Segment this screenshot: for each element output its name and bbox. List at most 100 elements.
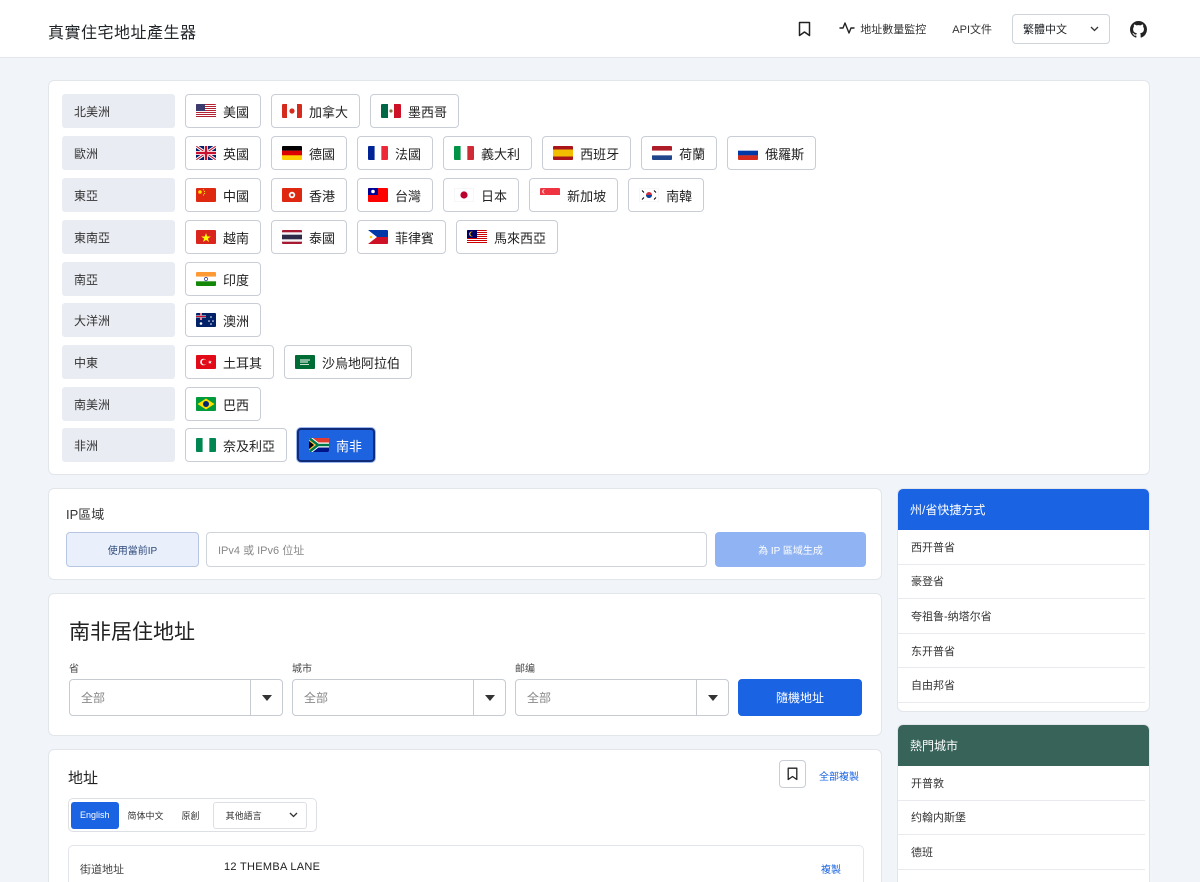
flag-ph-icon (368, 230, 389, 244)
country-button-ru[interactable]: 俄羅斯 (727, 136, 817, 170)
country-button-it[interactable]: 義大利 (443, 136, 533, 170)
region-row: 東南亞 越南 泰國 菲律賓 馬來西亞 (62, 220, 559, 254)
country-button-my[interactable]: 馬來西亞 (456, 220, 559, 254)
flag-us-icon (196, 104, 216, 118)
flag-my-icon (467, 230, 488, 244)
province-select[interactable]: 全部 (69, 679, 283, 716)
country-button-in[interactable]: 印度 (185, 262, 262, 296)
country-button-ph[interactable]: 菲律賓 (357, 220, 447, 254)
popular-city-item[interactable]: 开普敦 (898, 766, 1145, 801)
flag-cn-icon (196, 188, 216, 202)
flag-kr-icon (639, 188, 660, 202)
country-button-us[interactable]: 美國 (185, 94, 262, 128)
country-name: 菲律賓 (395, 230, 435, 246)
country-button-au[interactable]: 澳洲 (185, 303, 262, 337)
flag-es-icon (553, 146, 574, 160)
country-button-ca[interactable]: 加拿大 (271, 94, 361, 128)
country-button-vn[interactable]: 越南 (185, 220, 262, 254)
region-label: 非洲 (62, 428, 175, 462)
activity-icon (839, 21, 855, 38)
popular-cities-card: 熱門城市 开普敦 约翰内斯堡 德班 (897, 724, 1150, 882)
city-label: 城市 (292, 664, 312, 675)
flag-fr-icon (368, 146, 389, 160)
tab-simplified-chinese[interactable]: 简体中文 (119, 802, 173, 829)
country-button-ng[interactable]: 奈及利亞 (185, 428, 288, 462)
bookmark-icon[interactable] (779, 760, 806, 788)
site-title[interactable]: 真實住宅地址產生器 (48, 19, 197, 43)
github-icon[interactable] (1124, 15, 1152, 43)
random-address-button[interactable]: 隨機地址 (738, 679, 862, 716)
copy-all-link[interactable]: 全部複製 (819, 768, 859, 783)
flag-de-icon (282, 146, 303, 160)
flag-vn-icon (196, 230, 216, 244)
country-button-nl[interactable]: 荷蘭 (641, 136, 718, 170)
country-button-tr[interactable]: 土耳其 (185, 345, 275, 379)
country-name: 英國 (223, 146, 250, 162)
country-button-cn[interactable]: 中國 (185, 178, 262, 212)
street-address-label: 街道地址 (80, 864, 124, 876)
tab-english[interactable]: English (71, 801, 119, 829)
province-shortcuts-title: 州/省快捷方式 (898, 489, 1149, 530)
flag-hk-icon (282, 188, 303, 202)
region-row: 歐洲 英國 德國 法國 義大利 西班牙 荷蘭 俄羅斯 (62, 136, 817, 170)
popular-cities-title: 熱門城市 (898, 725, 1149, 766)
region-label: 中東 (62, 345, 175, 379)
country-button-sa[interactable]: 沙烏地阿拉伯 (284, 345, 413, 379)
province-shortcut-item[interactable]: 豪登省 (898, 565, 1145, 600)
country-button-th[interactable]: 泰國 (271, 220, 348, 254)
monitor-link[interactable]: 地址數量監控 (833, 21, 932, 38)
flag-tw-icon (368, 188, 389, 202)
chevron-down-icon (1090, 23, 1099, 35)
region-row: 北美洲 美國 加拿大 墨西哥 (62, 94, 460, 128)
country-button-za[interactable]: 南非 (297, 428, 376, 462)
copy-street-button[interactable]: 複製 (821, 861, 841, 876)
popular-city-item[interactable]: 约翰内斯堡 (898, 801, 1145, 836)
bookmark-icon[interactable] (789, 14, 819, 44)
country-name: 巴西 (223, 397, 250, 413)
country-name: 中國 (223, 188, 250, 204)
generate-for-ip-button[interactable]: 為 IP 區域生成 (715, 532, 866, 567)
caret-down-icon (250, 680, 282, 715)
country-button-hk[interactable]: 香港 (271, 178, 348, 212)
country-name: 日本 (481, 188, 508, 204)
ip-region-title: IP區域 (66, 507, 105, 522)
ip-address-input[interactable]: IPv4 或 IPv6 位址 (206, 532, 707, 567)
country-name: 台灣 (395, 188, 422, 204)
zip-label: 邮编 (515, 664, 535, 675)
province-select-value: 全部 (81, 691, 106, 705)
region-row: 非洲 奈及利亞 南非 (62, 428, 376, 462)
region-label: 北美洲 (62, 94, 175, 128)
use-current-ip-button[interactable]: 使用當前IP (66, 532, 199, 567)
country-name: 西班牙 (580, 146, 620, 162)
language-select[interactable]: 繁體中文 (1012, 14, 1110, 44)
country-name: 德國 (309, 146, 336, 162)
country-button-tw[interactable]: 台灣 (357, 178, 434, 212)
api-docs-link[interactable]: API文件 (946, 21, 998, 37)
city-select[interactable]: 全部 (292, 679, 506, 716)
flag-gb-icon (196, 146, 216, 160)
country-button-de[interactable]: 德國 (271, 136, 348, 170)
country-button-es[interactable]: 西班牙 (542, 136, 632, 170)
country-button-kr[interactable]: 南韓 (628, 178, 705, 212)
country-button-gb[interactable]: 英國 (185, 136, 262, 170)
country-button-jp[interactable]: 日本 (443, 178, 520, 212)
city-select-value: 全部 (304, 691, 329, 705)
country-button-sg[interactable]: 新加坡 (529, 178, 619, 212)
country-button-br[interactable]: 巴西 (185, 387, 262, 421)
popular-city-item[interactable]: 德班 (898, 835, 1145, 870)
country-name: 加拿大 (309, 104, 349, 120)
province-shortcut-item[interactable]: 夸祖鲁-纳塔尔省 (898, 599, 1145, 634)
province-shortcut-item[interactable]: 东开普省 (898, 634, 1145, 669)
zip-select[interactable]: 全部 (515, 679, 729, 716)
province-shortcut-item[interactable]: 西开普省 (898, 530, 1145, 565)
monitor-link-label: 地址數量監控 (860, 24, 927, 36)
address-generator-card: 南非居住地址 省 全部 城市 全部 邮编 全部 隨機地址 (48, 593, 882, 736)
province-shortcut-item[interactable]: 自由邦省 (898, 668, 1145, 703)
flag-ng-icon (196, 438, 216, 452)
region-label: 東南亞 (62, 220, 175, 254)
other-language-select[interactable]: 其他語言 (212, 801, 307, 829)
tab-original[interactable]: 原創 (173, 802, 209, 829)
country-name: 墨西哥 (408, 104, 448, 120)
country-button-fr[interactable]: 法國 (357, 136, 434, 170)
country-button-mx[interactable]: 墨西哥 (370, 94, 460, 128)
